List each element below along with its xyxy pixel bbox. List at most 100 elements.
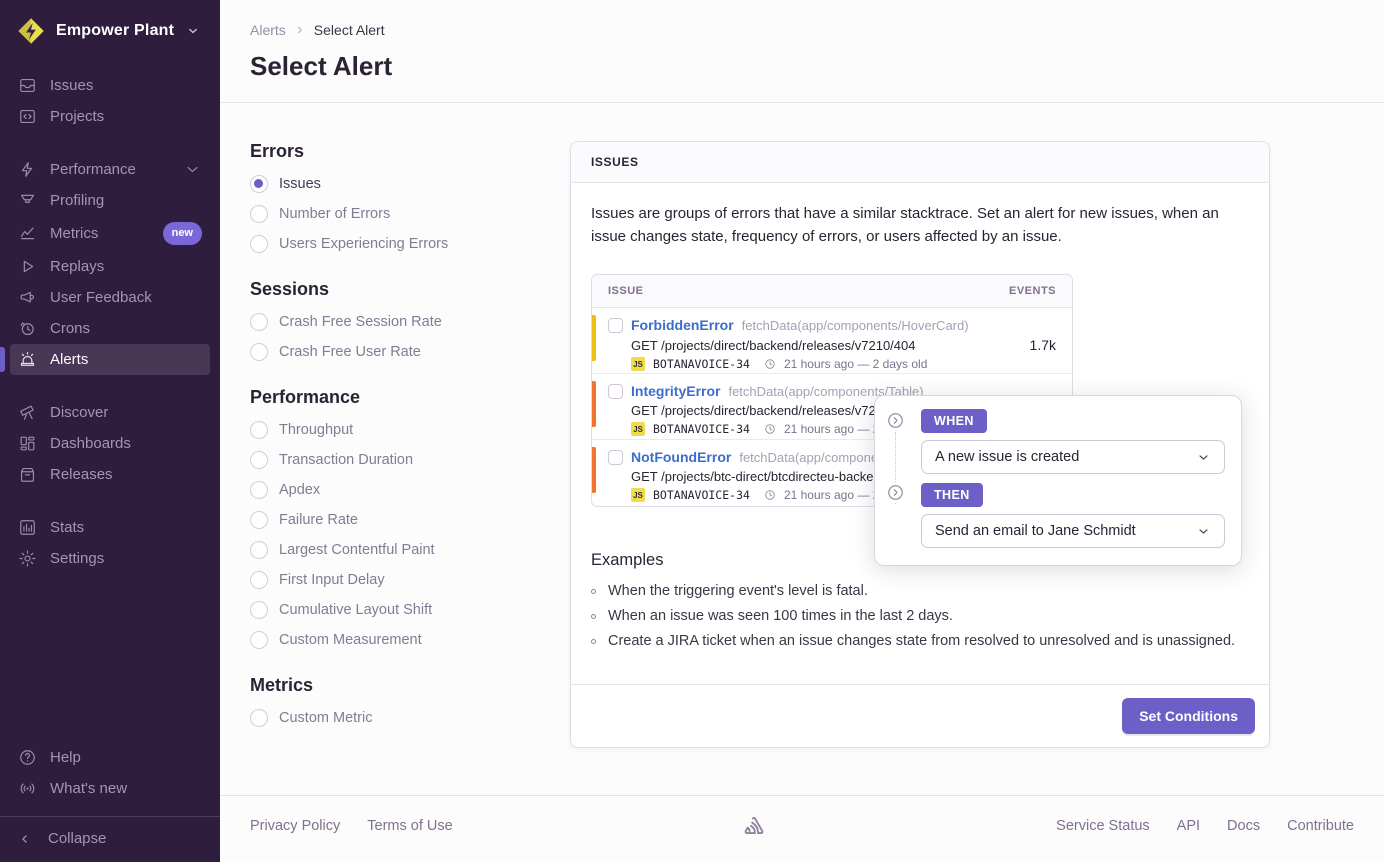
radio-icon[interactable] bbox=[250, 481, 268, 499]
chevron-down-icon bbox=[1196, 524, 1211, 539]
radio-option-custom-measurement[interactable]: Custom Measurement bbox=[250, 631, 532, 649]
radio-option-issues[interactable]: Issues bbox=[250, 175, 532, 193]
sidebar-item-issues[interactable]: Issues bbox=[10, 70, 210, 101]
radio-option-label: Throughput bbox=[279, 422, 353, 438]
issue-row: ForbiddenError fetchData(app/components/H… bbox=[592, 308, 1072, 374]
selector-group-errors: ErrorsIssuesNumber of ErrorsUsers Experi… bbox=[250, 141, 532, 253]
user-feedback-icon bbox=[18, 288, 37, 307]
issue-checkbox[interactable] bbox=[608, 450, 623, 465]
radio-option-transaction-duration[interactable]: Transaction Duration bbox=[250, 451, 532, 469]
issue-name-link[interactable]: ForbiddenError bbox=[631, 317, 734, 333]
sidebar-collapse-button[interactable]: Collapse bbox=[0, 816, 220, 862]
radio-option-apdex[interactable]: Apdex bbox=[250, 481, 532, 499]
issue-checkbox[interactable] bbox=[608, 384, 623, 399]
radio-option-users-experiencing-errors[interactable]: Users Experiencing Errors bbox=[250, 235, 532, 253]
footer-link-api[interactable]: API bbox=[1177, 818, 1200, 834]
footer-link-docs[interactable]: Docs bbox=[1227, 818, 1260, 834]
sidebar-item-metrics[interactable]: Metricsnew bbox=[10, 216, 210, 251]
radio-icon[interactable] bbox=[250, 205, 268, 223]
sidebar-item-releases[interactable]: Releases bbox=[10, 459, 210, 490]
set-conditions-button[interactable]: Set Conditions bbox=[1122, 698, 1255, 734]
column-issue: ISSUE bbox=[608, 285, 644, 297]
footer-link-privacy-policy[interactable]: Privacy Policy bbox=[250, 818, 340, 834]
bullet-icon bbox=[591, 639, 596, 644]
sidebar-item-alerts[interactable]: Alerts bbox=[10, 344, 210, 375]
radio-option-number-of-errors[interactable]: Number of Errors bbox=[250, 205, 532, 223]
dashboards-icon bbox=[18, 434, 37, 453]
bullet-icon bbox=[591, 614, 596, 619]
sidebar-item-label: What's new bbox=[50, 779, 127, 798]
issue-name-link[interactable]: IntegrityError bbox=[631, 383, 720, 399]
circle-chevron-right-icon bbox=[886, 483, 905, 502]
sidebar-item-performance[interactable]: Performance bbox=[10, 154, 210, 185]
radio-icon[interactable] bbox=[250, 709, 268, 727]
sidebar-item-crons[interactable]: Crons bbox=[10, 313, 210, 344]
footer-link-service-status[interactable]: Service Status bbox=[1056, 818, 1150, 834]
sidebar-item-label: Crons bbox=[50, 319, 90, 338]
javascript-platform-icon: JS bbox=[631, 357, 645, 371]
alert-type-selector: ErrorsIssuesNumber of ErrorsUsers Experi… bbox=[250, 141, 532, 753]
sidebar-item-label: Discover bbox=[50, 403, 108, 422]
org-switcher[interactable]: Empower Plant bbox=[0, 0, 220, 66]
sidebar-item-stats[interactable]: Stats bbox=[10, 512, 210, 543]
when-condition-select[interactable]: A new issue is created bbox=[921, 440, 1225, 474]
stats-icon bbox=[18, 518, 37, 537]
sidebar-item-label: Dashboards bbox=[50, 434, 131, 453]
radio-icon[interactable] bbox=[250, 541, 268, 559]
page-footer: Privacy Policy Terms of Use Service Statu… bbox=[220, 795, 1384, 862]
footer-link-contribute[interactable]: Contribute bbox=[1287, 818, 1354, 834]
radio-icon[interactable] bbox=[250, 235, 268, 253]
issue-name-link[interactable]: NotFoundError bbox=[631, 449, 731, 465]
issue-checkbox[interactable] bbox=[608, 318, 623, 333]
sidebar-item-profiling[interactable]: Profiling bbox=[10, 185, 210, 216]
radio-icon[interactable] bbox=[250, 631, 268, 649]
issue-age: 21 hours ago — 2 days old bbox=[784, 357, 927, 371]
radio-icon[interactable] bbox=[250, 601, 268, 619]
breadcrumb-alerts-link[interactable]: Alerts bbox=[250, 22, 286, 38]
radio-option-crash-free-session-rate[interactable]: Crash Free Session Rate bbox=[250, 313, 532, 331]
metrics-icon bbox=[18, 224, 37, 243]
radio-icon[interactable] bbox=[250, 571, 268, 589]
issue-transaction: GET /projects/direct/backend/releases/v7… bbox=[631, 338, 915, 353]
radio-option-largest-contentful-paint[interactable]: Largest Contentful Paint bbox=[250, 541, 532, 559]
sidebar-item-label: Stats bbox=[50, 518, 84, 537]
radio-icon[interactable] bbox=[250, 313, 268, 331]
radio-option-label: Crash Free User Rate bbox=[279, 344, 421, 360]
footer-link-terms-of-use[interactable]: Terms of Use bbox=[367, 818, 452, 834]
radio-option-first-input-delay[interactable]: First Input Delay bbox=[250, 571, 532, 589]
radio-option-label: Apdex bbox=[279, 482, 320, 498]
radio-option-cumulative-layout-shift[interactable]: Cumulative Layout Shift bbox=[250, 601, 532, 619]
conditions-popup: WHEN A new issue is created THEN Send an… bbox=[874, 395, 1242, 566]
sidebar-item-label: Settings bbox=[50, 549, 104, 568]
radio-option-failure-rate[interactable]: Failure Rate bbox=[250, 511, 532, 529]
selector-group-heading: Performance bbox=[250, 387, 532, 408]
org-name: Empower Plant bbox=[56, 22, 174, 40]
sidebar-item-help[interactable]: Help bbox=[10, 742, 210, 773]
page-title: Select Alert bbox=[250, 51, 1354, 82]
performance-icon bbox=[18, 160, 37, 179]
projects-icon bbox=[18, 107, 37, 126]
radio-option-crash-free-user-rate[interactable]: Crash Free User Rate bbox=[250, 343, 532, 361]
radio-icon[interactable] bbox=[250, 175, 268, 193]
sidebar-item-replays[interactable]: Replays bbox=[10, 251, 210, 282]
sidebar-item-settings[interactable]: Settings bbox=[10, 543, 210, 574]
radio-icon[interactable] bbox=[250, 343, 268, 361]
sidebar-item-user-feedback[interactable]: User Feedback bbox=[10, 282, 210, 313]
help-icon bbox=[18, 748, 37, 767]
radio-option-throughput[interactable]: Throughput bbox=[250, 421, 532, 439]
radio-option-custom-metric[interactable]: Custom Metric bbox=[250, 709, 532, 727]
sidebar-item-discover[interactable]: Discover bbox=[10, 397, 210, 428]
selector-group-heading: Sessions bbox=[250, 279, 532, 300]
radio-icon[interactable] bbox=[250, 451, 268, 469]
radio-icon[interactable] bbox=[250, 511, 268, 529]
then-action-select[interactable]: Send an email to Jane Schmidt bbox=[921, 514, 1225, 548]
sidebar-item-label: Performance bbox=[50, 160, 136, 179]
sidebar-item-projects[interactable]: Projects bbox=[10, 101, 210, 132]
sidebar-item-what-s-new[interactable]: What's new bbox=[10, 773, 210, 804]
org-logo-icon bbox=[16, 16, 46, 46]
sidebar-item-dashboards[interactable]: Dashboards bbox=[10, 428, 210, 459]
radio-icon[interactable] bbox=[250, 421, 268, 439]
sidebar-section: Discover Dashboards Releases bbox=[10, 397, 210, 490]
chevron-left-icon bbox=[18, 832, 32, 846]
issue-culprit: fetchData(app/components/HoverCard) bbox=[742, 318, 969, 333]
